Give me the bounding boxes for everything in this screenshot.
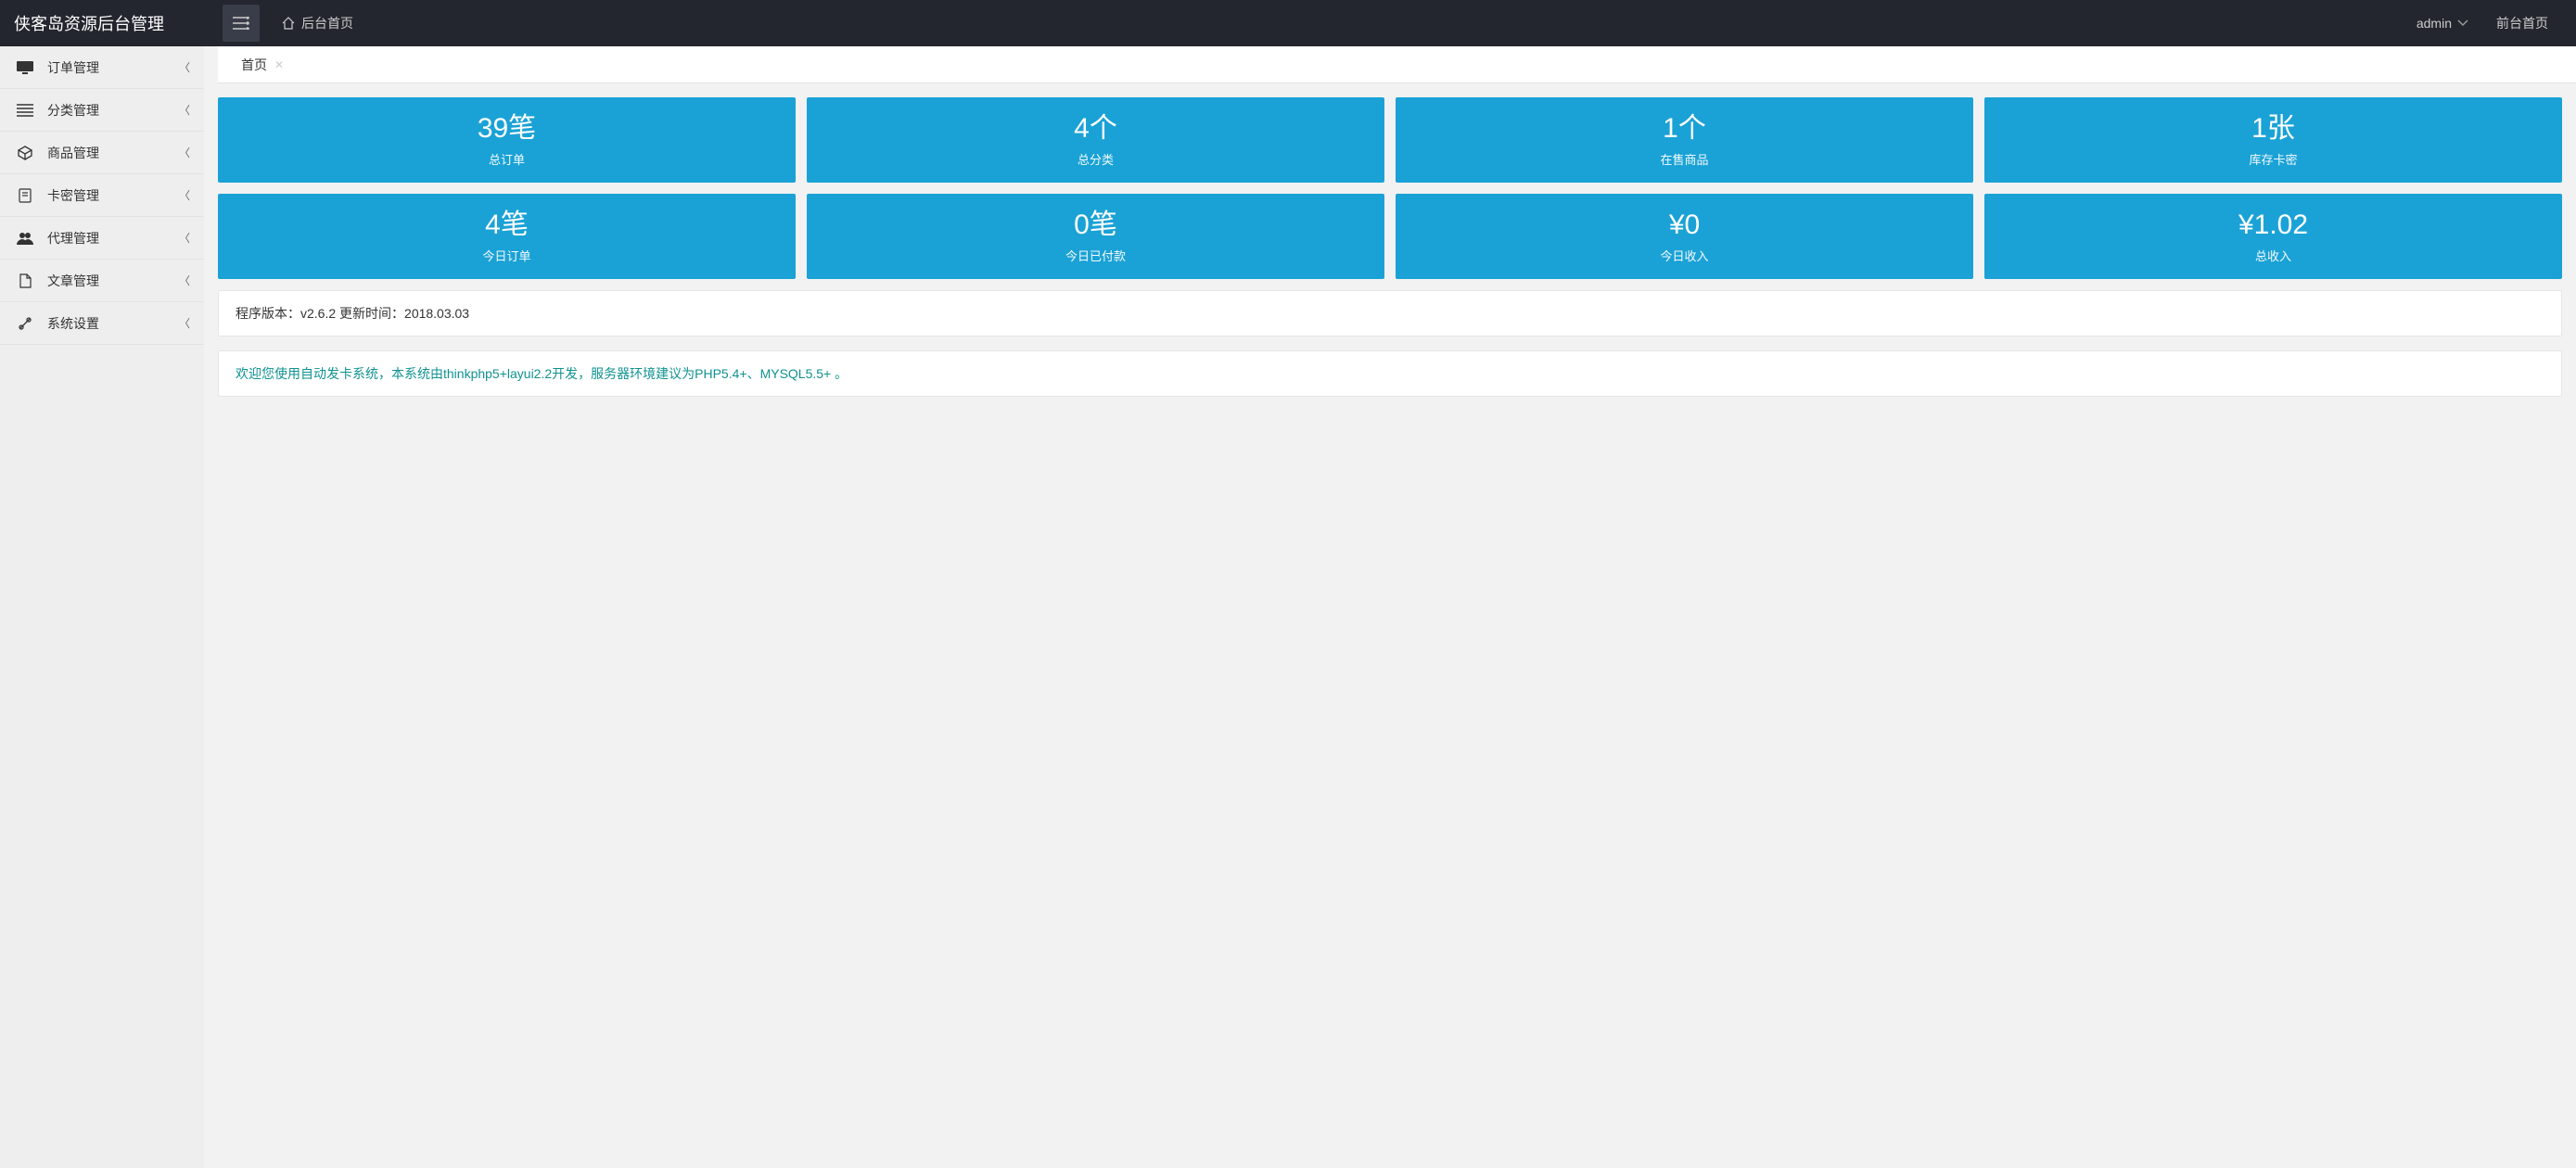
header: 侠客岛资源后台管理 后台首页 admin 前台首页 [0,0,2576,46]
stats-row-1: 39笔 总订单 4个 总分类 1个 在售商品 1张 库存卡密 [218,97,2562,183]
sidebar-item-label: 代理管理 [47,229,179,248]
stat-label: 总收入 [1994,247,2553,264]
sidebar-item-label: 系统设置 [47,314,179,333]
cube-icon [14,146,36,160]
menu-icon [233,17,249,30]
sidebar-item-cards[interactable]: 卡密管理 〈 [0,174,204,217]
admin-label: admin [2417,16,2452,31]
stats-row-2: 4笔 今日订单 0笔 今日已付款 ¥0 今日收入 ¥1.02 总收入 [218,194,2562,279]
stat-label: 今日收入 [1405,247,1964,264]
welcome-text: 欢迎您使用自动发卡系统，本系统由thinkphp5+layui2.2开发，服务器… [236,366,848,381]
sidebar-item-label: 卡密管理 [47,186,179,205]
tab-home[interactable]: 首页 ✕ [236,46,288,83]
sidebar-item-label: 文章管理 [47,272,179,290]
stat-label: 在售商品 [1405,150,1964,168]
stat-label: 今日已付款 [816,247,1375,264]
tab-label: 首页 [241,56,267,74]
stat-value: 1个 [1405,110,1964,146]
stat-label: 总分类 [816,150,1375,168]
stat-label: 今日订单 [227,247,786,264]
sidebar-item-label: 分类管理 [47,101,179,120]
welcome-panel: 欢迎您使用自动发卡系统，本系统由thinkphp5+layui2.2开发，服务器… [218,350,2562,397]
close-icon[interactable]: ✕ [274,58,284,71]
card-icon [14,188,36,203]
sidebar-item-settings[interactable]: 系统设置 〈 [0,302,204,345]
file-icon [14,273,36,288]
stat-value: ¥0 [1405,207,1964,243]
stat-today-paid: 0笔 今日已付款 [807,194,1384,279]
chevron-left-icon: 〈 [179,315,190,331]
stat-label: 库存卡密 [1994,150,2553,168]
stat-total-orders: 39笔 总订单 [218,97,796,183]
version-panel: 程序版本：v2.6.2 更新时间：2018.03.03 [218,290,2562,336]
version-text: 程序版本：v2.6.2 更新时间：2018.03.03 [236,306,469,321]
stat-value: 39笔 [227,110,786,146]
monitor-icon [14,61,36,74]
stat-value: 4笔 [227,207,786,243]
users-icon [14,232,36,245]
sidebar-item-agents[interactable]: 代理管理 〈 [0,217,204,260]
stat-value: 0笔 [816,207,1375,243]
main: 首页 ✕ 39笔 总订单 4个 总分类 1个 在售商品 1张 [204,46,2576,1168]
header-right: admin 前台首页 [2403,0,2576,46]
stat-today-income: ¥0 今日收入 [1396,194,1973,279]
chevron-left-icon: 〈 [179,102,190,118]
home-label: 后台首页 [301,14,353,32]
sidebar-item-label: 商品管理 [47,144,179,162]
sidebar: 订单管理 〈 分类管理 〈 商品管理 〈 卡密管理 〈 [0,46,204,1168]
front-link[interactable]: 前台首页 [2482,0,2562,46]
sidebar-item-products[interactable]: 商品管理 〈 [0,132,204,174]
sidebar-item-orders[interactable]: 订单管理 〈 [0,46,204,89]
sidebar-item-categories[interactable]: 分类管理 〈 [0,89,204,132]
menu-toggle-button[interactable] [223,5,260,42]
stat-today-orders: 4笔 今日订单 [218,194,796,279]
tabs: 首页 ✕ [218,46,2576,83]
home-icon [281,17,296,30]
chevron-left-icon: 〈 [179,187,190,203]
chevron-left-icon: 〈 [179,273,190,288]
chevron-left-icon: 〈 [179,59,190,75]
chevron-down-icon [2457,19,2468,27]
sidebar-item-articles[interactable]: 文章管理 〈 [0,260,204,302]
chevron-left-icon: 〈 [179,230,190,246]
home-link[interactable]: 后台首页 [267,0,367,46]
stat-total-categories: 4个 总分类 [807,97,1384,183]
content: 39笔 总订单 4个 总分类 1个 在售商品 1张 库存卡密 4笔 [204,83,2576,425]
stat-products-on-sale: 1个 在售商品 [1396,97,1973,183]
stat-value: 4个 [816,110,1375,146]
logo: 侠客岛资源后台管理 [0,0,204,46]
stat-card-stock: 1张 库存卡密 [1984,97,2562,183]
list-icon [14,104,36,117]
stat-value: ¥1.02 [1994,207,2553,243]
admin-dropdown[interactable]: admin [2403,0,2482,46]
chevron-left-icon: 〈 [179,145,190,160]
tools-icon [14,316,36,331]
stat-value: 1张 [1994,110,2553,146]
sidebar-item-label: 订单管理 [47,58,179,77]
stat-total-income: ¥1.02 总收入 [1984,194,2562,279]
stat-label: 总订单 [227,150,786,168]
header-left: 后台首页 [204,0,2403,46]
